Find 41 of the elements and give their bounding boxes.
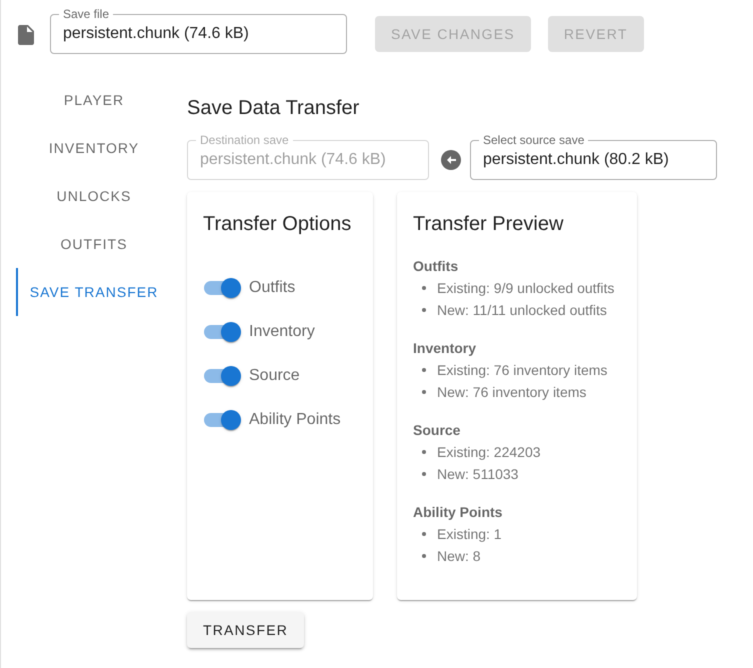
bullet-icon bbox=[422, 532, 426, 536]
preview-item: New: 511033 bbox=[437, 465, 518, 484]
bullet-icon bbox=[422, 554, 426, 558]
toggle-switch[interactable] bbox=[204, 322, 241, 342]
toggle-switch[interactable] bbox=[204, 366, 241, 386]
section-heading: Outfits bbox=[413, 257, 460, 276]
arrow-left-icon bbox=[441, 150, 461, 170]
preview-item: Existing: 1 bbox=[437, 525, 502, 544]
card-title: Transfer Preview bbox=[413, 212, 564, 237]
sidebar-tab[interactable]: INVENTORY bbox=[16, 124, 170, 172]
preview-item: Existing: 9/9 unlocked outfits bbox=[437, 279, 614, 298]
toggle-switch[interactable] bbox=[204, 410, 241, 430]
save-file-field[interactable]: Save file persistent.chunk (74.6 kB) bbox=[50, 8, 347, 54]
bullet-icon bbox=[422, 450, 426, 454]
bullet-icon bbox=[422, 390, 426, 394]
card-title: Transfer Options bbox=[203, 212, 352, 237]
toggle-switch[interactable] bbox=[204, 278, 241, 298]
sidebar-tab[interactable]: UNLOCKS bbox=[16, 172, 170, 220]
bullet-icon bbox=[422, 286, 426, 290]
preview-item: New: 76 inventory items bbox=[437, 383, 586, 402]
transfer-button[interactable]: TRANSFER bbox=[187, 612, 304, 648]
section-heading: Inventory bbox=[413, 339, 478, 358]
page-title: Save Data Transfer bbox=[187, 96, 360, 121]
sidebar-tab[interactable]: SAVE TRANSFER bbox=[16, 268, 170, 316]
option-label: Ability Points bbox=[249, 410, 341, 430]
sidebar-tab[interactable]: PLAYER bbox=[16, 76, 170, 124]
bullet-icon bbox=[422, 308, 426, 312]
option-label: Source bbox=[249, 366, 300, 386]
option-label: Inventory bbox=[249, 322, 315, 342]
preview-item: Existing: 224203 bbox=[437, 443, 541, 462]
bullet-icon bbox=[422, 472, 426, 476]
preview-item: New: 11/11 unlocked outfits bbox=[437, 301, 607, 320]
file-icon bbox=[18, 25, 34, 45]
preview-item: Existing: 76 inventory items bbox=[437, 361, 608, 380]
preview-item: New: 8 bbox=[437, 547, 481, 566]
option-label: Outfits bbox=[249, 278, 296, 298]
sidebar-tab[interactable]: OUTFITS bbox=[16, 220, 170, 268]
section-heading: Source bbox=[413, 421, 462, 440]
bullet-icon bbox=[422, 368, 426, 372]
source-save-field[interactable]: Select source save persistent.chunk (80.2 kB) bbox=[470, 134, 717, 180]
section-heading: Ability Points bbox=[413, 503, 504, 522]
